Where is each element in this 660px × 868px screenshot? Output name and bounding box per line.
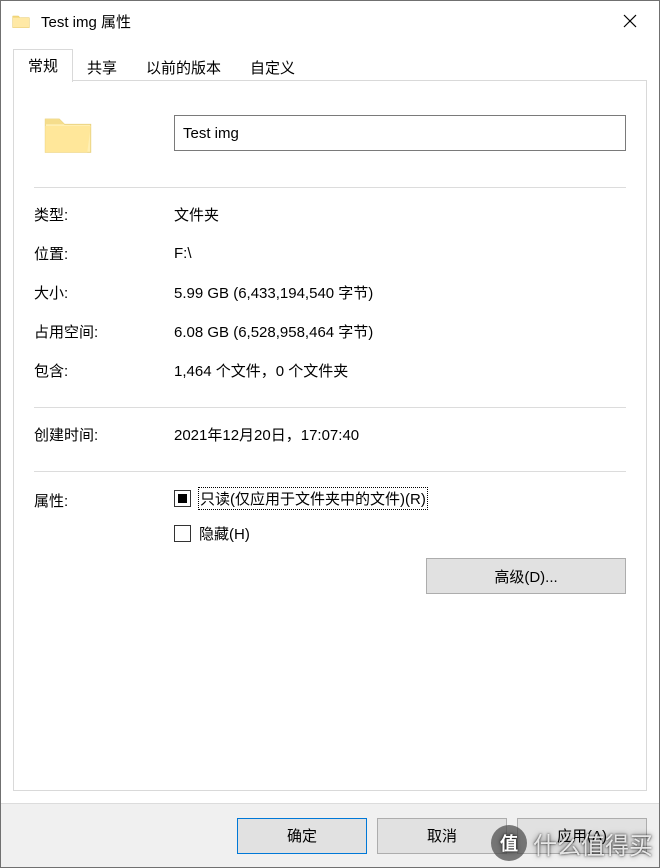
label-contains: 包含: (34, 360, 174, 381)
label-type: 类型: (34, 204, 174, 225)
folder-name-input[interactable] (174, 115, 626, 151)
tab-customize[interactable]: 自定义 (235, 53, 310, 81)
hidden-label: 隐藏(H) (199, 523, 250, 544)
value-type: 文件夹 (174, 204, 626, 225)
label-size: 大小: (34, 282, 174, 303)
value-location: F:\ (174, 245, 626, 262)
separator (34, 407, 626, 408)
readonly-label: 只读(仅应用于文件夹中的文件)(R) (199, 488, 427, 509)
properties-dialog: Test img 属性 常规 共享 以前的版本 自定义 (0, 0, 660, 868)
tab-panel-general: 类型: 文件夹 位置: F:\ 大小: 5.99 GB (6,433,194,5… (13, 81, 647, 791)
dialog-button-bar: 确定 取消 应用(A) (1, 803, 659, 867)
tab-previous-versions[interactable]: 以前的版本 (131, 53, 236, 81)
separator (34, 471, 626, 472)
value-created: 2021年12月20日，17:07:40 (174, 424, 626, 445)
folder-small-icon (11, 11, 31, 31)
label-size-on-disk: 占用空间: (34, 321, 174, 342)
value-size: 5.99 GB (6,433,194,540 字节) (174, 282, 626, 303)
tab-general[interactable]: 常规 (13, 49, 73, 82)
hidden-checkbox-row[interactable]: 隐藏(H) (174, 523, 626, 544)
apply-button[interactable]: 应用(A) (517, 818, 647, 854)
separator (34, 187, 626, 188)
advanced-button[interactable]: 高级(D)... (426, 558, 626, 594)
tab-sharing[interactable]: 共享 (72, 53, 132, 81)
tab-strip: 常规 共享 以前的版本 自定义 (13, 45, 647, 81)
window-title: Test img 属性 (41, 11, 131, 32)
ok-button[interactable]: 确定 (237, 818, 367, 854)
label-location: 位置: (34, 243, 174, 264)
cancel-button[interactable]: 取消 (377, 818, 507, 854)
titlebar: Test img 属性 (1, 1, 659, 41)
checkbox-indeterminate-icon (174, 490, 191, 507)
value-contains: 1,464 个文件，0 个文件夹 (174, 360, 626, 381)
folder-large-icon (40, 105, 96, 161)
label-attributes: 属性: (34, 488, 174, 511)
close-button[interactable] (601, 1, 659, 41)
checkbox-empty-icon (174, 525, 191, 542)
readonly-checkbox-row[interactable]: 只读(仅应用于文件夹中的文件)(R) (174, 488, 626, 509)
value-size-on-disk: 6.08 GB (6,528,958,464 字节) (174, 321, 626, 342)
close-icon (623, 14, 637, 28)
label-created: 创建时间: (34, 424, 174, 445)
dialog-body: 常规 共享 以前的版本 自定义 (1, 41, 659, 867)
